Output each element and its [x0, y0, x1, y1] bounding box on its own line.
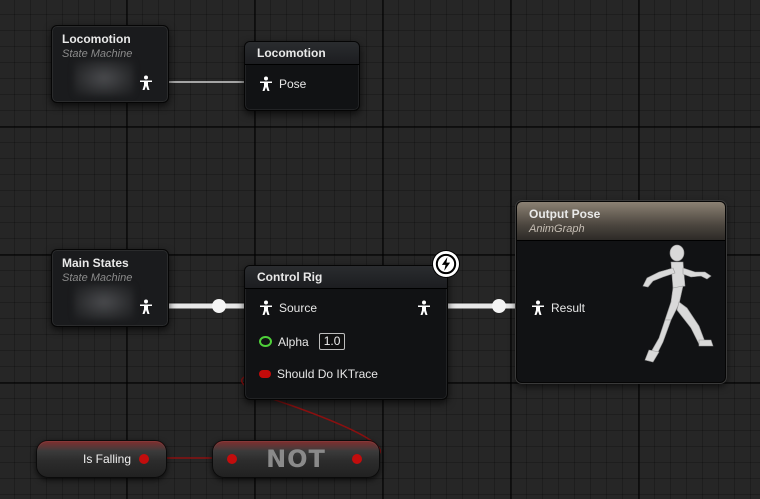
alpha-value-field[interactable]: 1.0	[318, 333, 346, 350]
pin-label: Alpha	[278, 334, 309, 349]
is-falling-label: Is Falling	[83, 452, 132, 466]
not-node[interactable]: NOT	[212, 440, 380, 478]
node-title: Locomotion	[62, 32, 131, 46]
node-subtitle: AnimGraph	[529, 223, 585, 235]
node-title: Main States	[62, 256, 129, 270]
is-falling-node[interactable]: Is Falling	[36, 440, 167, 478]
pose-pin-icon[interactable]	[139, 75, 153, 90]
pose-pin-icon	[259, 76, 273, 91]
state-machine-preview	[74, 60, 134, 96]
pin-label: Should Do IKTrace	[277, 367, 378, 381]
wire-knot	[212, 299, 226, 313]
source-pin[interactable]: Source	[259, 300, 317, 315]
node-subtitle: State Machine	[62, 272, 133, 284]
state-machine-preview	[74, 284, 134, 320]
node-title: Control Rig	[257, 270, 323, 284]
wire-knot	[492, 299, 506, 313]
node-title: Output Pose	[529, 207, 601, 221]
output-pose-header: Output Pose AnimGraph	[517, 202, 725, 241]
pin-label: Pose	[279, 76, 307, 91]
alpha-pin-icon	[259, 336, 272, 347]
locomotion-state-machine-node[interactable]: Locomotion State Machine	[51, 25, 169, 103]
running-mannequin-icon	[642, 244, 714, 363]
alpha-pin[interactable]: Alpha 1.0	[259, 333, 346, 350]
lightning-icon	[433, 251, 459, 277]
pose-pin-icon[interactable]	[139, 299, 153, 314]
pin-label: Source	[279, 300, 318, 315]
bool-output-pin[interactable]	[139, 454, 149, 464]
pose-pin-icon	[259, 300, 273, 315]
locomotion-pose-node[interactable]: Locomotion Pose	[244, 41, 360, 111]
main-states-state-machine-node[interactable]: Main States State Machine	[51, 249, 169, 327]
pill-glow	[37, 441, 166, 451]
result-pin[interactable]: Result	[531, 300, 585, 315]
pose-pin-icon	[531, 300, 545, 315]
pose-pin[interactable]: Pose	[259, 76, 306, 91]
pin-label: Result	[551, 300, 586, 315]
output-pose-node[interactable]: Output Pose AnimGraph Result	[516, 201, 726, 383]
pose-output-pin-icon[interactable]	[417, 300, 431, 315]
node-title: Locomotion	[257, 46, 326, 60]
should-do-iktrace-pin[interactable]: Should Do IKTrace	[259, 367, 378, 381]
bool-pin-icon	[259, 370, 271, 378]
bool-output-pin[interactable]	[352, 454, 362, 464]
node-subtitle: State Machine	[62, 48, 133, 60]
control-rig-node[interactable]: Control Rig Source Alpha 1.0 Should Do I…	[244, 265, 448, 400]
